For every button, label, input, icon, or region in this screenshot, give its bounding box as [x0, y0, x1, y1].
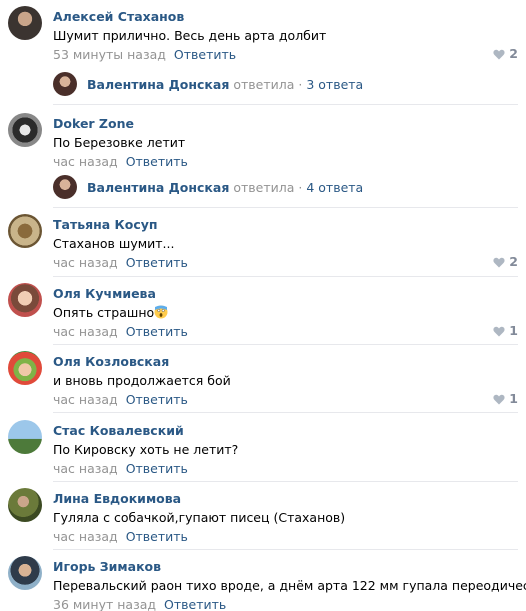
comment-author[interactable]: Оля Козловская — [53, 354, 169, 369]
thread-summary: Валентина Донская ответила · 3 ответа — [87, 77, 363, 92]
avatar[interactable] — [8, 420, 42, 454]
comment-time[interactable]: час назад — [53, 529, 118, 544]
comment: Лина Евдокимова Гуляла с собачкой,гупают… — [0, 482, 526, 549]
screaming-face-icon — [154, 305, 168, 319]
comment-time[interactable]: 53 минуты назад — [53, 47, 166, 62]
comment-text: Гуляла с собачкой,гупают писец (Стаханов… — [53, 510, 346, 525]
thread-dot: · — [298, 180, 303, 195]
avatar[interactable] — [53, 175, 77, 199]
comment-meta: час назад Ответить — [53, 529, 188, 544]
reply-button[interactable]: Ответить — [126, 255, 188, 270]
heart-icon — [493, 394, 505, 405]
comment-author[interactable]: Алексей Стаханов — [53, 9, 184, 24]
replies-thread[interactable]: Валентина Донская ответила · 4 ответа — [53, 173, 523, 203]
comment-time[interactable]: час назад — [53, 154, 118, 169]
comment-text: Перевальский раон тихо вроде, а днём арт… — [53, 578, 526, 593]
comment-author[interactable]: Стас Ковалевский — [53, 423, 184, 438]
avatar[interactable] — [8, 488, 42, 522]
reply-button[interactable]: Ответить — [126, 461, 188, 476]
avatar[interactable] — [8, 351, 42, 385]
avatar[interactable] — [53, 72, 77, 96]
comment-meta: час назад Ответить — [53, 255, 188, 270]
reply-button[interactable]: Ответить — [164, 597, 226, 611]
comment-time[interactable]: час назад — [53, 324, 118, 339]
comment-meta: час назад Ответить — [53, 324, 188, 339]
comment-author[interactable]: Оля Кучмиева — [53, 286, 156, 301]
thread-count-link[interactable]: 3 ответа — [306, 77, 363, 92]
heart-icon — [493, 49, 505, 60]
comment-text: По Березовке летит — [53, 135, 186, 150]
comment: Алексей Стаханов Шумит прилично. Весь де… — [0, 0, 526, 70]
comment-author[interactable]: Лина Евдокимова — [53, 491, 181, 506]
replies-thread[interactable]: Валентина Донская ответила · 3 ответа — [53, 70, 523, 100]
comment-meta: час назад Ответить — [53, 392, 188, 407]
comment: Стас Ковалевский По Кировску хоть не лет… — [0, 414, 526, 481]
like-count: 2 — [509, 46, 518, 61]
comment-meta: 53 минуты назад Ответить — [53, 47, 236, 62]
avatar[interactable] — [8, 6, 42, 40]
comment-time[interactable]: час назад — [53, 461, 118, 476]
comment-time[interactable]: 36 минут назад — [53, 597, 156, 611]
thread-summary: Валентина Донская ответила · 4 ответа — [87, 180, 363, 195]
avatar[interactable] — [8, 283, 42, 317]
thread-verb: ответила — [233, 77, 295, 92]
like-button[interactable]: 2 — [493, 46, 518, 61]
separator — [53, 104, 518, 105]
comment-meta: 36 минут назад Ответить — [53, 597, 226, 611]
comment: Игорь Зимаков Перевальский раон тихо вро… — [0, 550, 526, 611]
comment-author[interactable]: Doker Zone — [53, 116, 134, 131]
avatar[interactable] — [8, 556, 42, 590]
heart-icon — [493, 257, 505, 268]
like-button[interactable]: 1 — [493, 323, 518, 338]
comment-meta: час назад Ответить — [53, 461, 188, 476]
comment: Татьяна Косуп Стаханов шумит... час наза… — [0, 208, 526, 276]
reply-button[interactable]: Ответить — [126, 392, 188, 407]
separator — [53, 412, 518, 413]
like-button[interactable]: 1 — [493, 391, 518, 406]
like-count: 1 — [509, 323, 518, 338]
reply-button[interactable]: Ответить — [126, 529, 188, 544]
comment: Оля Козловская и вновь продолжается бой … — [0, 345, 526, 412]
heart-icon — [493, 326, 505, 337]
comment-text: и вновь продолжается бой — [53, 373, 231, 388]
reply-button[interactable]: Ответить — [126, 324, 188, 339]
comment-time[interactable]: час назад — [53, 392, 118, 407]
comment-text: По Кировску хоть не летит? — [53, 442, 239, 457]
comment: Doker Zone По Березовке летит час назад О… — [0, 107, 526, 177]
like-button[interactable]: 2 — [493, 254, 518, 269]
thread-verb: ответила — [233, 180, 295, 195]
like-count: 2 — [509, 254, 518, 269]
comment-text: Стаханов шумит... — [53, 236, 175, 251]
comment-author[interactable]: Игорь Зимаков — [53, 559, 161, 574]
reply-button[interactable]: Ответить — [174, 47, 236, 62]
comment-meta: час назад Ответить — [53, 154, 188, 169]
thread-dot: · — [298, 77, 303, 92]
comment-text: Опять страшно — [53, 305, 168, 320]
comment-time[interactable]: час назад — [53, 255, 118, 270]
avatar[interactable] — [8, 113, 42, 147]
thread-author[interactable]: Валентина Донская — [87, 180, 229, 195]
comment-text-body: Опять страшно — [53, 305, 155, 320]
comment-text: Шумит прилично. Весь день арта долбит — [53, 28, 327, 43]
comment-author[interactable]: Татьяна Косуп — [53, 217, 158, 232]
avatar[interactable] — [8, 214, 42, 248]
thread-author[interactable]: Валентина Донская — [87, 77, 229, 92]
like-count: 1 — [509, 391, 518, 406]
comment: Оля Кучмиева Опять страшно час назад Отве… — [0, 277, 526, 344]
reply-button[interactable]: Ответить — [126, 154, 188, 169]
thread-count-link[interactable]: 4 ответа — [306, 180, 363, 195]
